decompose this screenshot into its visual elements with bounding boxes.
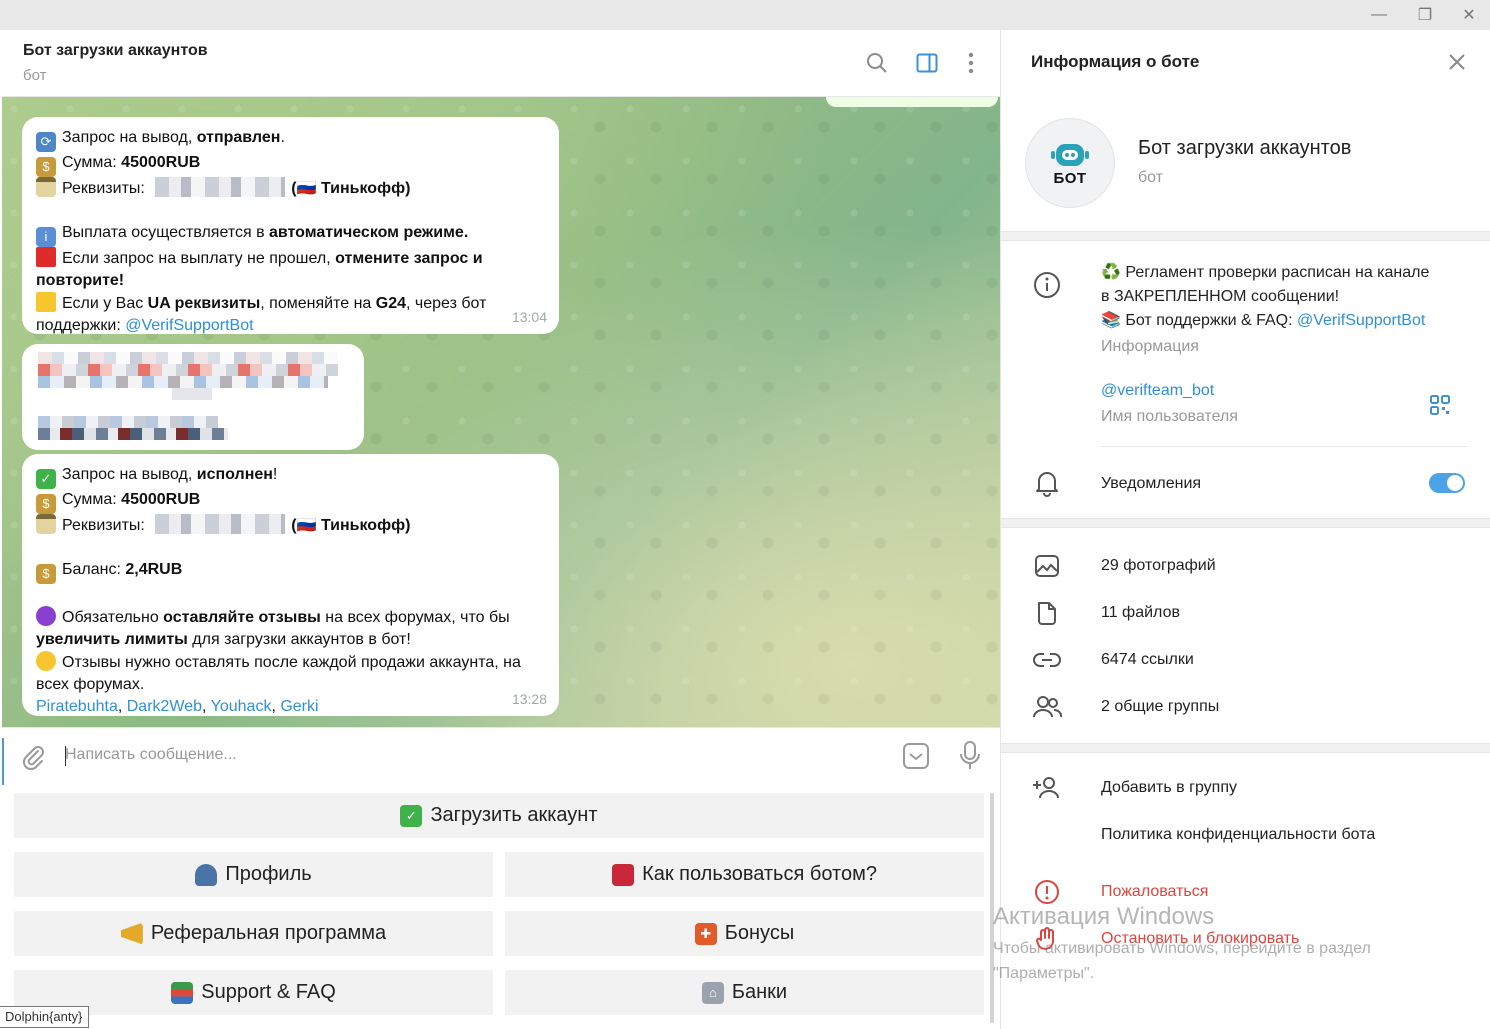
qr-code-icon[interactable] xyxy=(1429,394,1451,421)
avatar-label: БОТ xyxy=(1053,169,1087,187)
attach-icon[interactable] xyxy=(20,744,46,775)
username-caption: Имя пользователя xyxy=(1101,408,1238,425)
yellow-circle-icon xyxy=(36,651,56,671)
purple-circle-icon xyxy=(36,606,56,626)
chat-title: Бот загрузки аккаунтов xyxy=(23,42,208,59)
info-emoji-icon: i xyxy=(36,227,56,247)
forum-link-piratebuhta[interactable]: Piratebuhta xyxy=(36,698,118,715)
more-menu-icon[interactable] xyxy=(958,50,984,76)
shared-links[interactable]: 6474 ссылки xyxy=(1101,648,1194,672)
red-book-icon xyxy=(612,863,635,886)
shared-photos[interactable]: 29 фотографий xyxy=(1101,554,1216,578)
activation-watermark-text: Чтобы активировать Windows, перейдите в … xyxy=(993,940,1371,982)
check-mark-icon: ✓ xyxy=(36,469,56,489)
section-separator xyxy=(1001,743,1490,753)
privacy-policy-button[interactable]: Политика конфиденциальности бота xyxy=(1101,823,1375,847)
section-separator xyxy=(1001,518,1490,528)
window-titlebar: — ❐ ✕ xyxy=(0,0,1490,30)
message-bubble-redacted[interactable] xyxy=(22,344,364,450)
upload-account-button[interactable]: ✓ Загрузить аккаунт xyxy=(14,793,984,838)
profile-button[interactable]: Профиль xyxy=(14,852,493,897)
refresh-emoji-icon: ⟳ xyxy=(36,132,56,152)
yellow-square-icon xyxy=(36,292,56,312)
text-caret xyxy=(65,746,66,766)
photo-icon xyxy=(1031,550,1063,582)
chat-subtitle: бот xyxy=(23,67,47,84)
forum-link-dark2web[interactable]: Dark2Web xyxy=(127,698,202,715)
how-to-use-button[interactable]: Как пользоваться ботом? xyxy=(505,852,984,897)
check-mark-icon: ✓ xyxy=(400,804,423,827)
robot-icon xyxy=(1051,143,1089,166)
close-icon[interactable] xyxy=(1445,50,1469,74)
message-composer[interactable]: Написать сообщение... xyxy=(2,727,1000,812)
report-button[interactable]: Пожаловаться xyxy=(1101,880,1208,904)
microphone-icon[interactable] xyxy=(958,740,982,777)
chat-header[interactable]: Бот загрузки аккаунтов бот xyxy=(2,30,1000,97)
money-bag-icon: $ xyxy=(36,564,56,584)
forum-link-gerki[interactable]: Gerki xyxy=(280,698,318,715)
search-icon[interactable] xyxy=(864,50,890,76)
activation-watermark-title: Активация Windows xyxy=(993,903,1215,930)
row-divider xyxy=(1101,446,1467,447)
maximize-icon[interactable]: ❐ xyxy=(1402,0,1448,30)
message-time: 13:28 xyxy=(511,691,547,707)
sidebar-toggle-icon[interactable] xyxy=(914,50,940,76)
redacted-requisites xyxy=(155,514,286,534)
bot-username[interactable]: @verifteam_bot xyxy=(1101,382,1214,400)
bell-icon xyxy=(1031,467,1063,499)
app-tooltip: Dolphin{anty} xyxy=(0,1006,90,1028)
minimize-icon[interactable]: — xyxy=(1356,0,1402,30)
previous-message-bubble xyxy=(826,97,998,107)
gift-icon: ✚ xyxy=(694,922,717,945)
panel-title: Информация о боте xyxy=(1031,52,1200,71)
bot-info-panel: Информация о боте БОТ Бот загрузки аккау… xyxy=(1000,30,1490,1029)
notifications-label: Уведомления xyxy=(1101,475,1202,492)
banks-button[interactable]: ⌂ Банки xyxy=(505,970,984,1015)
groups-icon xyxy=(1031,691,1063,723)
bot-avatar[interactable]: БОТ xyxy=(1025,118,1115,208)
bank-icon: ⌂ xyxy=(701,981,724,1004)
bot-keyboard-toggle-icon[interactable] xyxy=(902,742,930,775)
info-caption: Информация xyxy=(1101,338,1199,355)
red-square-icon xyxy=(36,247,56,267)
message-time: 13:04 xyxy=(511,309,547,325)
money-bag-icon: $ xyxy=(36,157,56,177)
megaphone-icon xyxy=(120,922,143,945)
message-bubble-withdraw-done[interactable]: ✓ Запрос на вывод, исполнен! $ Сумма: 4500… xyxy=(22,454,559,716)
referral-program-button[interactable]: Реферальная программа xyxy=(14,911,493,956)
message-input[interactable]: Написать сообщение... xyxy=(65,746,237,764)
link-icon xyxy=(1031,644,1063,676)
redacted-requisites xyxy=(155,177,286,197)
add-user-icon xyxy=(1031,772,1063,804)
credit-card-icon xyxy=(36,514,56,534)
bot-description: ♻️ Регламент проверки расписан на канале… xyxy=(1101,264,1430,329)
support-bot-link[interactable]: @VerifSupportBot xyxy=(125,317,253,334)
file-icon xyxy=(1031,597,1063,629)
info-icon xyxy=(1031,269,1063,301)
credit-card-icon xyxy=(36,177,56,197)
window-close-icon[interactable]: ✕ xyxy=(1446,0,1490,30)
support-bot-link[interactable]: @VerifSupportBot xyxy=(1297,312,1425,329)
bot-kind: бот xyxy=(1138,169,1164,186)
bot-name: Бот загрузки аккаунтов xyxy=(1138,137,1352,159)
common-groups[interactable]: 2 общие группы xyxy=(1101,695,1219,719)
shared-files[interactable]: 11 файлов xyxy=(1101,601,1180,625)
forum-link-youhack[interactable]: Youhack xyxy=(211,698,272,715)
bonuses-button[interactable]: ✚ Бонусы xyxy=(505,911,984,956)
add-to-group-button[interactable]: Добавить в группу xyxy=(1101,776,1237,800)
user-silhouette-icon xyxy=(195,863,218,886)
money-bag-icon: $ xyxy=(36,494,56,514)
books-icon xyxy=(171,981,194,1004)
notifications-toggle[interactable] xyxy=(1429,473,1465,493)
section-separator xyxy=(1001,231,1490,241)
bot-keyboard: ✓ Загрузить аккаунт Профиль Как пользоват… xyxy=(2,785,1000,1029)
message-bubble-withdraw-sent[interactable]: ⟳ Запрос на вывод, отправлен. $ Сумма: 450… xyxy=(22,117,559,334)
